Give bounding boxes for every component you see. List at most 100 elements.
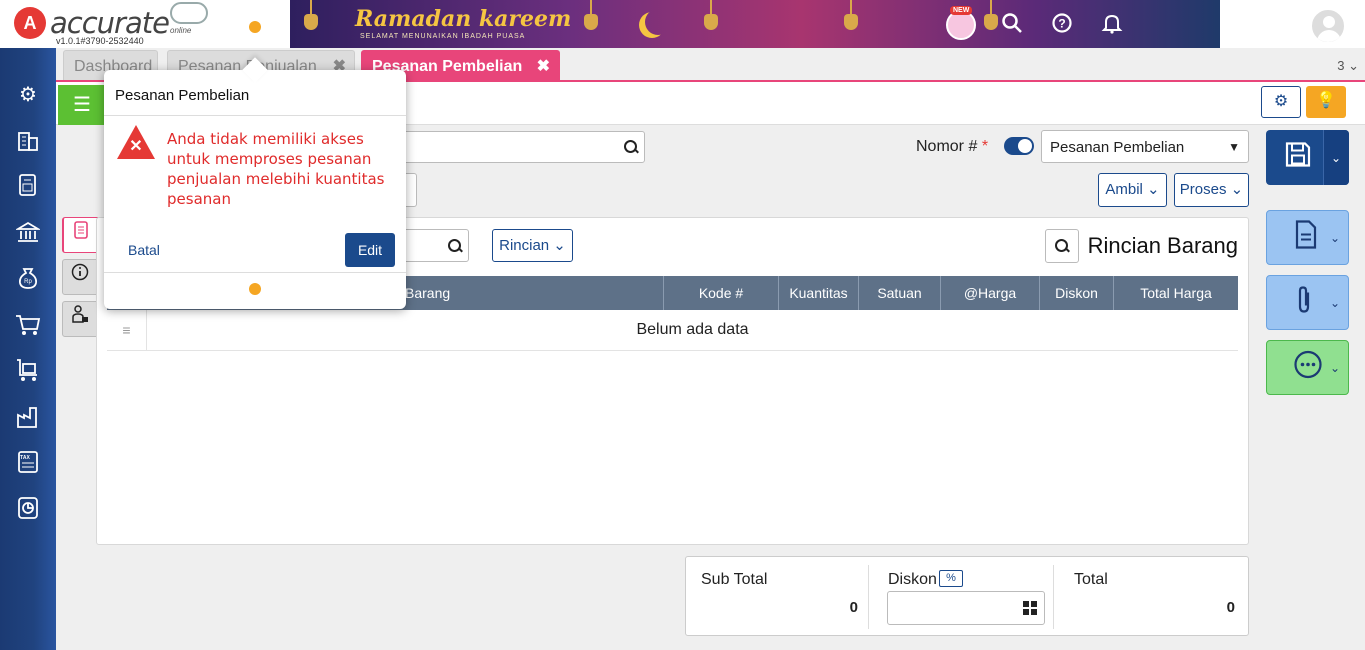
total-section: Total 0 [1059, 557, 1250, 637]
column-header[interactable]: @Harga [940, 276, 1039, 310]
column-header[interactable]: Satuan [858, 276, 940, 310]
money-bag-icon[interactable]: Rp [14, 266, 42, 294]
column-header[interactable]: Kuantitas [778, 276, 858, 310]
warning-icon: ✕ [117, 125, 155, 161]
tab-cost[interactable] [62, 301, 98, 337]
nomor-type-select[interactable]: Pesanan Pembelian ▼ [1041, 130, 1249, 163]
ambil-button[interactable]: Ambil ⌄ [1098, 173, 1167, 207]
chevron-down-icon: ⌄ [1329, 230, 1340, 245]
svg-text:Rp: Rp [24, 279, 32, 285]
nomor-label: Nomor # * [916, 138, 988, 156]
tax-icon[interactable]: TAX [14, 450, 42, 478]
rincian-label: Rincian [499, 237, 550, 254]
search-icon [1055, 239, 1069, 253]
save-button[interactable]: ⌄ [1266, 130, 1349, 185]
nomor-label-text: Nomor # [916, 138, 978, 155]
more-actions-button[interactable]: ⌄ [1266, 340, 1349, 395]
proses-button[interactable]: Proses ⌄ [1174, 173, 1249, 207]
divider [104, 115, 406, 116]
top-bar: A accurate online v1.0.1#3790-2532440 Ra… [0, 0, 1365, 48]
app-logo[interactable]: A accurate [14, 6, 170, 40]
new-feature-badge[interactable]: NEW [946, 6, 976, 40]
banner-title: Ramadan kareem [355, 6, 572, 32]
proses-label: Proses [1179, 181, 1227, 198]
calculator-icon[interactable] [1023, 601, 1037, 615]
company-name: SAI RITEL [1222, 10, 1298, 27]
bank-icon[interactable] [14, 220, 42, 248]
sidebar: ⚙ Rp TAX [0, 48, 56, 650]
svg-text:TAX: TAX [20, 455, 30, 461]
tab-count-dropdown[interactable]: 3 ⌄ [1337, 58, 1359, 74]
chevron-down-icon: ▼ [1228, 140, 1240, 154]
save-icon [1284, 140, 1312, 175]
cancel-button[interactable]: Batal [128, 242, 160, 258]
totals-panel: Sub Total 0 Diskon % Total 0 [685, 556, 1249, 636]
popup-message: Anda tidak memiliki akses untuk memprose… [167, 130, 385, 208]
cloud-icon [170, 2, 208, 24]
lantern-icon [984, 0, 998, 30]
popup-title: Pesanan Pembelian [115, 87, 250, 104]
hint-dot-icon[interactable] [249, 283, 261, 295]
cart-icon[interactable] [14, 313, 42, 341]
document-button[interactable]: ⌄ [1266, 210, 1349, 265]
divider [104, 272, 406, 273]
report-icon[interactable] [14, 496, 42, 524]
avatar[interactable] [1310, 8, 1346, 44]
factory-icon[interactable] [14, 405, 42, 433]
percent-toggle-button[interactable]: % [939, 570, 963, 587]
building-icon[interactable] [14, 128, 42, 156]
book-icon[interactable] [14, 173, 42, 201]
crescent-moon-icon [645, 9, 671, 35]
row-menu-icon[interactable]: ≡ [107, 310, 147, 351]
chevron-down-icon: ⌄ [1329, 360, 1340, 375]
edit-button[interactable]: Edit [345, 233, 395, 267]
subtotal-label: Sub Total [701, 571, 768, 588]
column-header[interactable]: Kode # [663, 276, 778, 310]
divider [868, 565, 869, 629]
close-icon[interactable]: ✖ [537, 56, 550, 76]
search-items-button[interactable] [1045, 229, 1079, 263]
chevron-down-icon: ⌄ [1329, 295, 1340, 310]
tab-detail-items[interactable] [62, 217, 98, 253]
column-header[interactable]: Diskon [1039, 276, 1113, 310]
paperclip-icon [1293, 284, 1317, 321]
lantern-icon [704, 0, 718, 30]
tab-info[interactable] [62, 259, 98, 295]
logo-online-label: online [170, 26, 192, 35]
access-denied-popup: Pesanan Pembelian ✕ Anda tidak memiliki … [104, 57, 406, 309]
cart-box-icon[interactable] [14, 358, 42, 386]
hint-dot-icon[interactable] [249, 21, 261, 33]
cost-icon [72, 305, 88, 323]
new-badge-label: NEW [950, 6, 973, 15]
lantern-icon [844, 0, 858, 30]
search-icon[interactable] [624, 140, 638, 154]
banner-subtitle: SELAMAT MENUNAIKAN IBADAH PUASA [360, 33, 526, 40]
svg-text:?: ? [1058, 17, 1065, 31]
column-header[interactable]: Total Harga [1113, 276, 1238, 310]
gear-icon[interactable]: ⚙ [14, 81, 42, 109]
bell-icon[interactable] [1100, 12, 1124, 36]
logo-mark-icon: A [14, 7, 46, 39]
diskon-input[interactable] [887, 591, 1045, 625]
total-label: Total [1074, 571, 1108, 588]
rincian-button[interactable]: Rincian ⌄ [492, 229, 573, 262]
nomor-auto-toggle[interactable] [1004, 137, 1034, 155]
ambil-label: Ambil [1105, 181, 1143, 198]
required-mark: * [981, 138, 989, 155]
more-icon [1293, 349, 1323, 386]
search-icon[interactable] [1000, 12, 1024, 36]
attachment-button[interactable]: ⌄ [1266, 275, 1349, 330]
total-value: 0 [1226, 599, 1235, 616]
list-view-button[interactable]: ☰ [58, 85, 106, 125]
search-icon[interactable] [448, 238, 462, 253]
nomor-type-value: Pesanan Pembelian [1050, 139, 1185, 156]
help-icon[interactable]: ? [1050, 12, 1074, 36]
version-label: v1.0.1#3790-2532440 [56, 36, 144, 46]
logo-text: accurate [50, 6, 170, 40]
tips-button[interactable]: 💡 [1306, 86, 1346, 118]
document-icon [1293, 219, 1319, 256]
empty-message: Belum ada data [636, 321, 749, 338]
settings-button[interactable]: ⚙ [1261, 86, 1301, 118]
diskon-label: Diskon [888, 571, 937, 588]
subtotal-value: 0 [849, 599, 858, 616]
